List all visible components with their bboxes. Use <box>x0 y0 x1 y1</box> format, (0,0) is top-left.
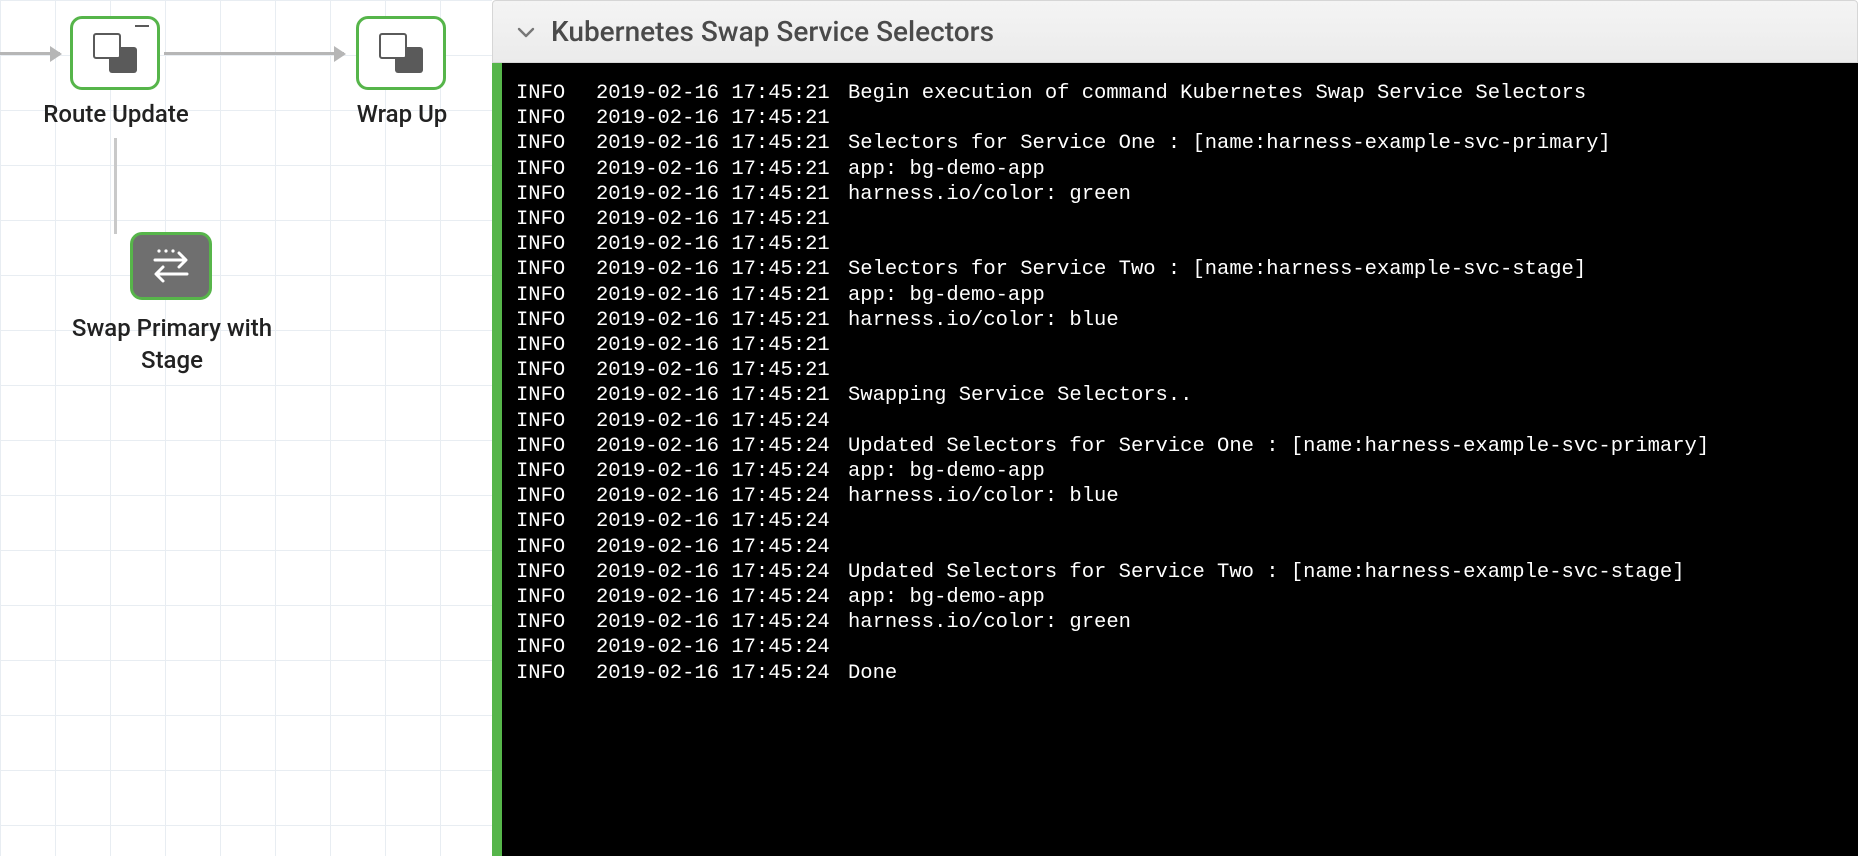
edge-arrow <box>0 52 60 55</box>
panel-header[interactable]: Kubernetes Swap Service Selectors <box>492 0 1858 63</box>
log-line: INFO2019-02-16 17:45:21 <box>516 333 1844 358</box>
log-line: INFO2019-02-16 17:45:24Updated Selectors… <box>516 560 1844 585</box>
log-line: INFO2019-02-16 17:45:21 <box>516 106 1844 131</box>
log-line: INFO2019-02-16 17:45:21app: bg-demo-app <box>516 157 1844 182</box>
edge-connector <box>114 138 117 234</box>
log-line: INFO2019-02-16 17:45:24Done <box>516 661 1844 686</box>
node-route-update[interactable] <box>70 16 160 90</box>
stage-icon <box>93 33 137 73</box>
console-output[interactable]: INFO2019-02-16 17:45:21Begin execution o… <box>502 63 1858 856</box>
log-line: INFO2019-02-16 17:45:21Selectors for Ser… <box>516 257 1844 282</box>
log-line: INFO2019-02-16 17:45:21harness.io/color:… <box>516 308 1844 333</box>
details-panel: Kubernetes Swap Service Selectors INFO20… <box>492 0 1858 856</box>
node-swap-primary-with-stage[interactable] <box>130 232 212 300</box>
log-line: INFO2019-02-16 17:45:21 <box>516 358 1844 383</box>
log-line: INFO2019-02-16 17:45:24 <box>516 635 1844 660</box>
log-line: INFO2019-02-16 17:45:21Selectors for Ser… <box>516 131 1844 156</box>
log-line: INFO2019-02-16 17:45:24app: bg-demo-app <box>516 585 1844 610</box>
node-wrap-up[interactable] <box>356 16 446 90</box>
log-line: INFO2019-02-16 17:45:21 <box>516 232 1844 257</box>
log-line: INFO2019-02-16 17:45:21Swapping Service … <box>516 383 1844 408</box>
node-swap-label: Swap Primary with Stage <box>62 312 282 377</box>
node-swap-label-text: Swap Primary with Stage <box>72 314 272 374</box>
node-wrap-up-label: Wrap Up <box>302 100 502 128</box>
swap-arrows-icon <box>149 248 193 284</box>
log-line: INFO2019-02-16 17:45:24 <box>516 535 1844 560</box>
chevron-down-icon <box>515 21 537 43</box>
panel-title: Kubernetes Swap Service Selectors <box>551 15 994 48</box>
stage-icon <box>379 33 423 73</box>
log-line: INFO2019-02-16 17:45:24 <box>516 409 1844 434</box>
log-line: INFO2019-02-16 17:45:24app: bg-demo-app <box>516 459 1844 484</box>
pipeline-canvas[interactable]: Route Update Wrap Up Swap Primary with S… <box>0 0 492 856</box>
log-line: INFO2019-02-16 17:45:24 <box>516 509 1844 534</box>
node-route-update-label: Route Update <box>16 100 216 128</box>
log-line: INFO2019-02-16 17:45:21harness.io/color:… <box>516 182 1844 207</box>
minus-icon <box>135 25 149 27</box>
log-line: INFO2019-02-16 17:45:21 <box>516 207 1844 232</box>
log-line: INFO2019-02-16 17:45:24harness.io/color:… <box>516 484 1844 509</box>
log-line: INFO2019-02-16 17:45:21Begin execution o… <box>516 81 1844 106</box>
edge-arrow <box>164 52 344 55</box>
log-line: INFO2019-02-16 17:45:24harness.io/color:… <box>516 610 1844 635</box>
status-bar-success <box>492 63 502 856</box>
log-line: INFO2019-02-16 17:45:21app: bg-demo-app <box>516 283 1844 308</box>
log-line: INFO2019-02-16 17:45:24Updated Selectors… <box>516 434 1844 459</box>
